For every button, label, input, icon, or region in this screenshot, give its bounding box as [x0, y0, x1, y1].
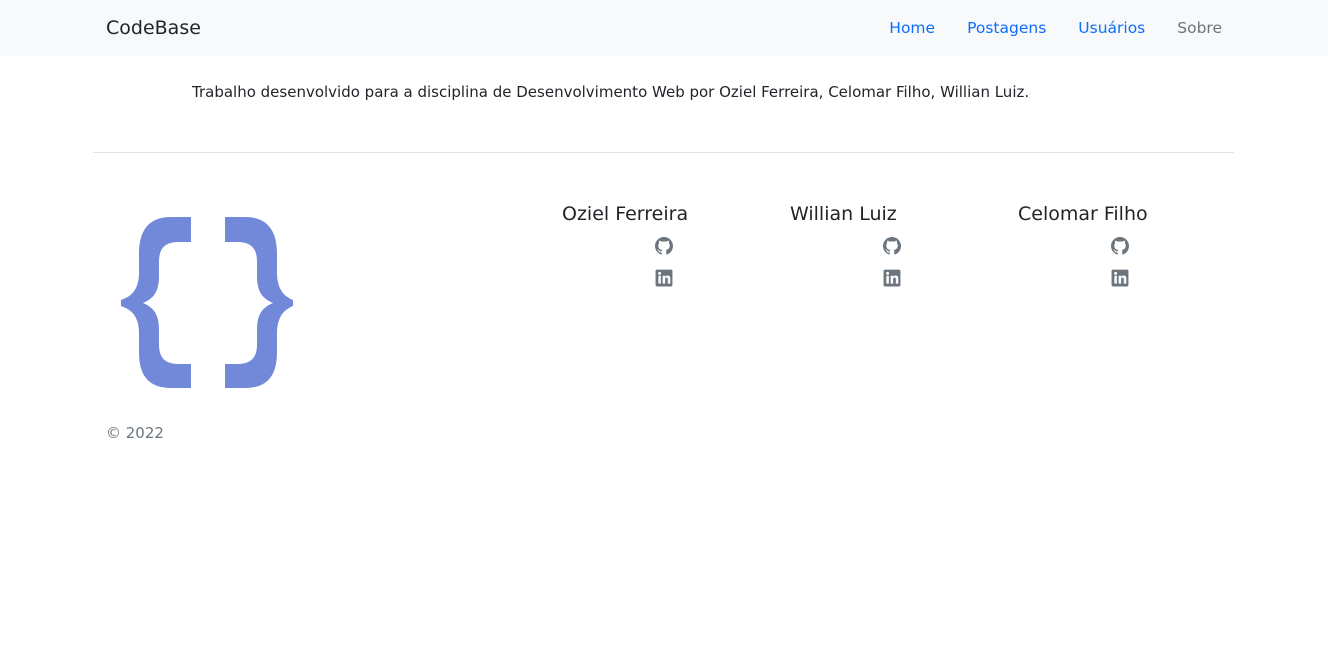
navbar: CodeBase Home Postagens Usuários Sobre — [0, 0, 1328, 56]
nav-link-postagens[interactable]: Postagens — [967, 19, 1046, 37]
nav-link-home[interactable]: Home — [889, 19, 935, 37]
curly-braces-icon — [121, 216, 295, 390]
author-card-willian: Willian Luiz — [790, 202, 990, 287]
linkedin-icon[interactable] — [883, 269, 901, 287]
github-icon[interactable] — [655, 237, 673, 255]
author-card-celomar: Celomar Filho — [1018, 202, 1218, 287]
author-card-oziel: Oziel Ferreira — [562, 202, 762, 287]
github-icon[interactable] — [1111, 237, 1129, 255]
linkedin-icon[interactable] — [1111, 269, 1129, 287]
linkedin-icon[interactable] — [655, 269, 673, 287]
nav-links: Home Postagens Usuários Sobre — [889, 19, 1222, 37]
author-name: Willian Luiz — [790, 203, 897, 225]
github-icon[interactable] — [883, 237, 901, 255]
brand-link[interactable]: CodeBase — [106, 17, 201, 39]
intro-text: Trabalho desenvolvido para a disciplina … — [192, 83, 1030, 101]
nav-link-sobre[interactable]: Sobre — [1177, 19, 1222, 37]
copyright-text: © 2022 — [106, 424, 164, 442]
nav-link-usuarios[interactable]: Usuários — [1078, 19, 1145, 37]
author-name: Celomar Filho — [1018, 203, 1148, 225]
footer-divider — [93, 152, 1234, 153]
author-name: Oziel Ferreira — [562, 203, 689, 225]
